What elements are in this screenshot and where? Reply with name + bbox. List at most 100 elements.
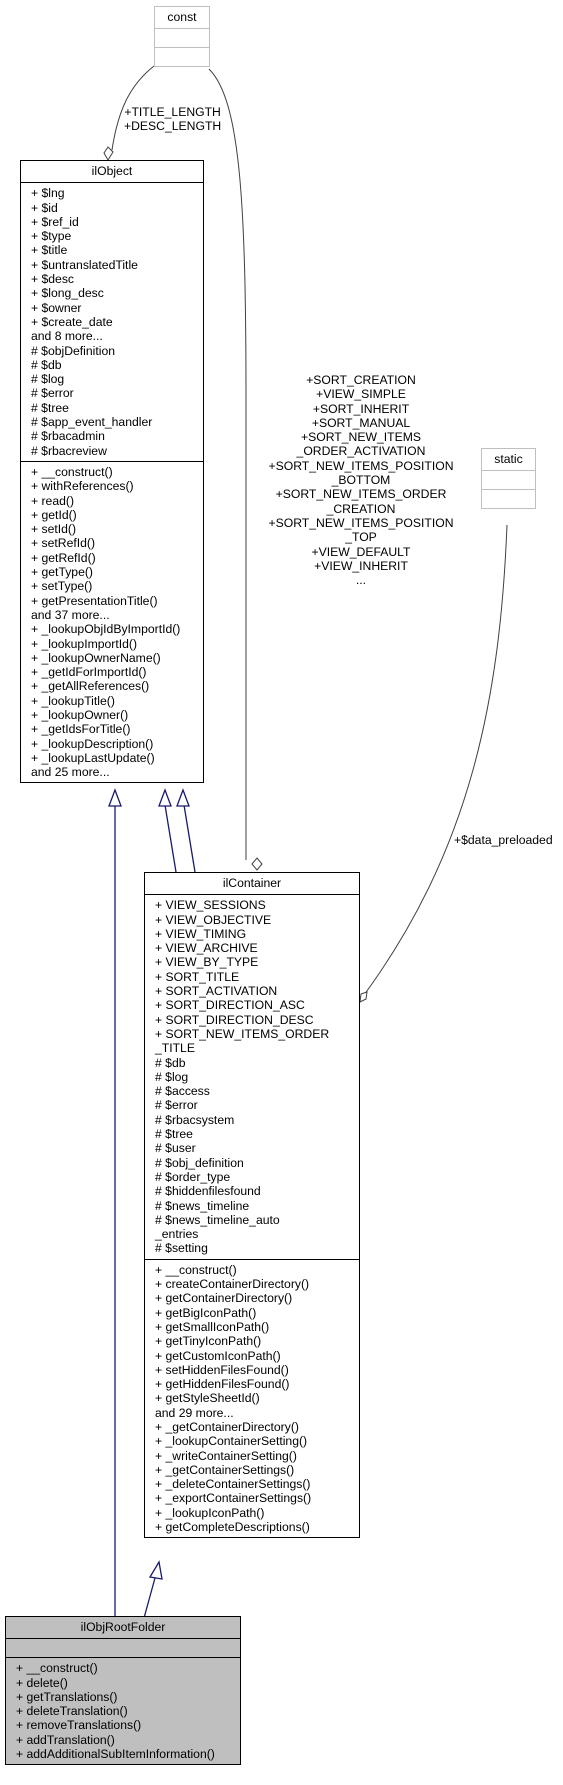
- edge-root-ilContainer: [143, 1577, 156, 1619]
- attribute-item: # $tree: [31, 400, 69, 415]
- attribute-item: # $setting: [155, 1241, 208, 1256]
- edge-label-line: +SORT_NEW_ITEMS_ORDER: [275, 487, 447, 502]
- edge-label-line: +TITLE_LENGTH: [124, 105, 221, 119]
- attribute-item: + $create_date: [31, 314, 113, 329]
- attribute-item: + SORT_TITLE: [155, 969, 240, 984]
- method-item: + read(): [31, 493, 75, 508]
- attributes-section: [482, 471, 535, 491]
- attribute-item: + $id: [31, 200, 58, 215]
- attributes-section: [6, 1639, 240, 1659]
- edge-label-line: +SORT_INHERIT: [312, 401, 410, 416]
- method-item: + __construct(): [31, 464, 113, 479]
- method-item: + getTinyIconPath(): [155, 1334, 262, 1349]
- attributes-section: + $lng + $id + $ref_id + $type + $title + $un…: [21, 183, 203, 462]
- attribute-item: # $error: [31, 386, 74, 401]
- attribute-item: + $type: [31, 229, 72, 244]
- method-item: + deleteTranslation(): [16, 1704, 128, 1719]
- method-item: + withReferences(): [31, 479, 134, 494]
- attribute-item: + SORT_NEW_ITEMS_ORDER: [155, 1026, 330, 1041]
- method-item: + getType(): [31, 565, 93, 580]
- method-item: and 37 more...: [31, 607, 110, 622]
- attribute-item: # $tree: [155, 1127, 193, 1142]
- methods-section: + __construct() + withReferences() + read(…: [21, 462, 203, 783]
- attribute-item: # $app_event_handler: [31, 415, 153, 430]
- method-item: + __construct(): [155, 1262, 237, 1277]
- method-item: + _lookupLastUpdate(): [31, 750, 155, 765]
- attribute-item: + VIEW_BY_TYPE: [155, 955, 259, 970]
- method-item: + getCompleteDescriptions(): [155, 1520, 310, 1535]
- edge-label-line: _ORDER_ACTIVATION: [296, 444, 426, 459]
- edge-label-line: +$data_preloaded: [454, 833, 553, 847]
- method-item: + getSmallIconPath(): [155, 1319, 270, 1334]
- attribute-item: + $lng: [31, 186, 65, 201]
- method-item: + _lookupTitle(): [31, 693, 115, 708]
- attribute-item: # $access: [155, 1084, 210, 1099]
- attribute-item: # $objDefinition: [31, 343, 116, 358]
- method-item: + setRefId(): [31, 536, 96, 551]
- edge-ilContainer-ilObject-1: [164, 804, 177, 873]
- method-item: + _getIdForImportId(): [31, 665, 147, 680]
- edge-label-line: _TOP: [345, 530, 377, 545]
- attribute-item: # $rbacreview: [31, 443, 107, 458]
- edge-label-line: +DESC_LENGTH: [124, 119, 222, 134]
- method-item: + _deleteContainerSettings(): [155, 1477, 311, 1492]
- inheritance-arrow-3: [108, 788, 122, 807]
- attribute-item: # $user: [155, 1141, 196, 1156]
- class-ilContainer[interactable]: ilContainer + VIEW_SESSIONS + VIEW_OBJECT…: [144, 872, 360, 1539]
- attribute-item: # $news_timeline_auto: [155, 1212, 280, 1227]
- attribute-item: # $log: [31, 372, 65, 387]
- class-const[interactable]: const: [154, 6, 210, 68]
- method-item: + getHiddenFilesFound(): [155, 1377, 290, 1392]
- attributes-section: + VIEW_SESSIONS + VIEW_OBJECTIVE + VIEW_TI…: [145, 895, 359, 1260]
- class-ilObject[interactable]: ilObject + $lng + $id + $ref_id + $type + $t…: [20, 160, 204, 784]
- attribute-item: + $desc: [31, 272, 75, 287]
- method-item: + _lookupOwner(): [31, 707, 129, 722]
- edge-label-line: ...: [355, 573, 367, 588]
- method-item: + getRefId(): [31, 550, 96, 565]
- edge-label-const-ilContainer: +SORT_CREATION +VIEW_SIMPLE +SORT_INHERIT +…: [256, 373, 466, 587]
- class-ilObjRootFolder[interactable]: ilObjRootFolder + __construct() + delete(…: [5, 1616, 241, 1766]
- method-item: + setId(): [31, 522, 77, 537]
- attribute-item: # $rbacsystem: [155, 1112, 235, 1127]
- edge-label-line: +SORT_MANUAL: [311, 415, 411, 430]
- attribute-item: + $untranslatedTitle: [31, 257, 138, 272]
- edge-label-line: +VIEW_SIMPLE: [316, 387, 406, 402]
- method-item: + addAdditionalSubItemInformation(): [16, 1747, 215, 1762]
- edge-label-line: +SORT_NEW_ITEMS: [301, 430, 421, 445]
- attribute-item: + $title: [31, 243, 68, 258]
- method-item: and 29 more...: [155, 1405, 234, 1420]
- method-item: + _exportContainerSettings(): [155, 1491, 312, 1506]
- edge-label-line: +VIEW_INHERIT: [314, 558, 408, 573]
- class-title: ilContainer: [145, 873, 359, 896]
- inheritance-arrow-2: [176, 788, 190, 807]
- attributes-section: [155, 29, 209, 49]
- attribute-item: + VIEW_TIMING: [155, 926, 247, 941]
- method-item: + getStyleSheetId(): [155, 1391, 260, 1406]
- class-static[interactable]: static: [481, 448, 536, 510]
- attribute-item: + VIEW_SESSIONS: [155, 898, 266, 913]
- attribute-item: + $long_desc: [31, 286, 104, 301]
- edge-label-line: _CREATION: [326, 501, 396, 516]
- class-title: const: [155, 7, 209, 30]
- edge-const-ilContainer: [208, 68, 247, 860]
- edge-label-static-ilContainer: +$data_preloaded: [454, 833, 553, 847]
- aggregation-diamond-static: [359, 991, 368, 1003]
- method-item: + _lookupContainerSetting(): [155, 1434, 308, 1449]
- method-item: + _lookupImportId(): [31, 636, 138, 651]
- attribute-item: # $obj_definition: [155, 1155, 244, 1170]
- attribute-item: # $db: [155, 1055, 186, 1070]
- edge-label-line: +VIEW_DEFAULT: [311, 544, 411, 559]
- edge-ilContainer-ilObject-2: [183, 804, 196, 873]
- method-item: + _getIdsForTitle(): [31, 722, 131, 737]
- attribute-item: # $log: [155, 1069, 189, 1084]
- method-item: + _lookupIconPath(): [155, 1505, 265, 1520]
- method-item: + _getAllReferences(): [31, 679, 150, 694]
- method-item: + _getContainerDirectory(): [155, 1419, 299, 1434]
- method-item: + getTranslations(): [16, 1689, 118, 1704]
- class-title: ilObject: [21, 161, 203, 184]
- method-item: + delete(): [16, 1675, 68, 1690]
- inheritance-arrow-4: [148, 1560, 163, 1580]
- attribute-item: # $order_type: [155, 1169, 231, 1184]
- attribute-item: + VIEW_OBJECTIVE: [155, 912, 272, 927]
- method-item: and 25 more...: [31, 765, 110, 780]
